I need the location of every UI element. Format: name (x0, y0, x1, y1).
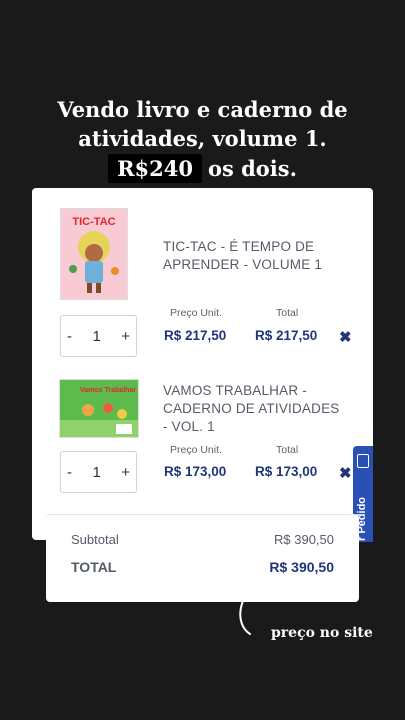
increase-button[interactable]: + (121, 464, 130, 481)
curved-arrow-icon (239, 579, 263, 635)
headline-line-1: Vendo livro e caderno de (57, 97, 348, 122)
subtotal-value: R$ 390,50 (274, 532, 334, 547)
unit-price-value: R$ 217,50 (164, 328, 227, 343)
headline-line-2: atividades, volume 1. (78, 126, 327, 151)
quantity-stepper-2[interactable]: - 1 + (60, 451, 137, 493)
subtotal-label: Subtotal (71, 532, 119, 547)
product-title-2[interactable]: VAMOS TRABALHAR - CADERNO DE ATIVIDADES … (163, 382, 358, 436)
product-cover-tic-tac[interactable]: TIC-TAC (60, 208, 128, 300)
cover-title: Vamos Trabalhar (80, 387, 136, 394)
product-title-2-line-3: - VOL. 1 (163, 419, 215, 434)
unit-price-label: Preço Unit. (170, 307, 222, 319)
unit-price-value: R$ 173,00 (164, 464, 227, 479)
product-title-2-line-1: VAMOS TRABALHAR - (163, 383, 307, 398)
cover-title: TIC-TAC (72, 216, 115, 228)
quantity-value[interactable]: 1 (92, 328, 100, 345)
annotation-note: preço no site (271, 625, 373, 641)
book-cover-illustration: Vamos Trabalhar (60, 380, 138, 437)
total-label: Total (276, 444, 299, 456)
total-label: TOTAL (71, 559, 117, 575)
product-cover-vamos-trabalhar[interactable]: Vamos Trabalhar (59, 379, 139, 438)
decrease-button[interactable]: - (67, 464, 72, 481)
remove-item-icon[interactable]: ✖ (339, 328, 352, 346)
remove-item-icon[interactable]: ✖ (339, 464, 352, 482)
price-badge: R$240 (108, 154, 202, 183)
order-summary: Subtotal R$ 390,50 TOTAL R$ 390,50 (46, 514, 359, 602)
quantity-value[interactable]: 1 (92, 464, 100, 481)
book-cover-illustration: TIC-TAC (61, 209, 127, 299)
increase-button[interactable]: + (121, 328, 130, 345)
product-title-1[interactable]: TIC-TAC - É TEMPO DE APRENDER - VOLUME 1 (163, 238, 343, 274)
total-price-value: R$ 217,50 (255, 328, 318, 343)
total-value: R$ 390,50 (269, 559, 334, 575)
decrease-button[interactable]: - (67, 328, 72, 345)
unit-price-label: Preço Unit. (170, 444, 222, 456)
product-title-1-line-1: TIC-TAC - É TEMPO DE (163, 239, 315, 254)
headline-line-3: R$240 os dois. (0, 154, 405, 183)
headline-line-3-text: os dois. (207, 156, 297, 181)
product-title-1-line-2: APRENDER - VOLUME 1 (163, 257, 323, 272)
total-label: Total (276, 307, 299, 319)
quantity-stepper-1[interactable]: - 1 + (60, 315, 137, 357)
product-title-2-line-2: CADERNO DE ATIVIDADES (163, 401, 340, 416)
cart-icon (357, 454, 369, 468)
total-price-value: R$ 173,00 (255, 464, 318, 479)
